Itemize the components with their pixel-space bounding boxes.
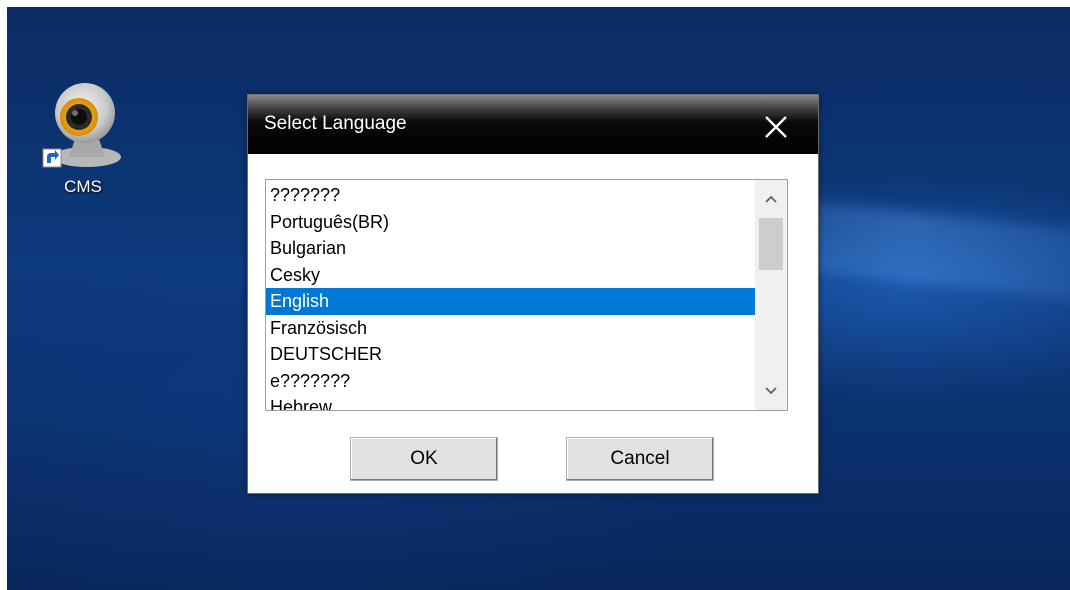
list-item[interactable]: e???????: [266, 368, 755, 395]
list-item[interactable]: Português(BR): [266, 209, 755, 236]
desktop-icon-label: CMS: [64, 177, 102, 196]
scroll-up-icon[interactable]: [755, 184, 787, 214]
list-item[interactable]: Cesky: [266, 262, 755, 289]
list-item[interactable]: ???????: [266, 182, 755, 209]
webcam-icon: [35, 73, 131, 173]
scroll-down-icon[interactable]: [755, 376, 787, 406]
close-icon[interactable]: [762, 113, 790, 141]
list-item[interactable]: DEUTSCHER: [266, 341, 755, 368]
language-listbox[interactable]: ??????? Português(BR) Bulgarian Cesky Englis…: [265, 179, 788, 411]
vertical-scrollbar[interactable]: [755, 180, 787, 410]
list-item[interactable]: Hebrew: [266, 394, 755, 410]
desktop-shortcut-cms[interactable]: CMS: [35, 73, 131, 213]
list-item-selected[interactable]: English: [266, 288, 755, 315]
select-language-dialog: Select Language ??????? Português(BR) Bulg…: [247, 94, 819, 494]
ok-button[interactable]: OK: [350, 437, 498, 481]
dialog-titlebar[interactable]: Select Language: [248, 95, 818, 154]
scroll-thumb[interactable]: [759, 218, 783, 270]
list-item[interactable]: Französisch: [266, 315, 755, 342]
list-item[interactable]: Bulgarian: [266, 235, 755, 262]
cancel-button[interactable]: Cancel: [566, 437, 714, 481]
language-list: ??????? Português(BR) Bulgarian Cesky Englis…: [266, 182, 755, 410]
dialog-title: Select Language: [264, 113, 407, 134]
